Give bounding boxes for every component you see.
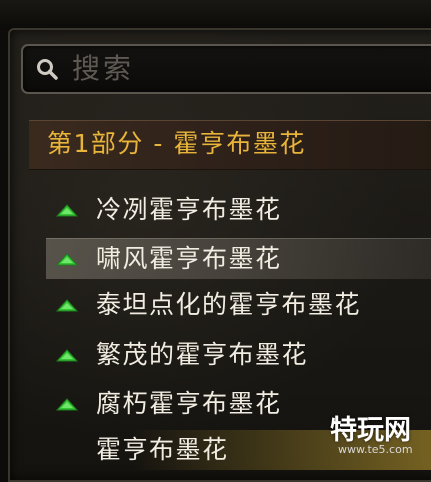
list-item-3[interactable]: 繁茂的霍亨布墨花 xyxy=(46,335,431,375)
section-title: 第1部分 - 霍亨布墨花 xyxy=(47,129,306,158)
up-arrow-icon xyxy=(56,349,78,362)
watermark-url: www.te5.com xyxy=(338,443,413,456)
list-item-label: 啸风霍亨布墨花 xyxy=(96,244,282,273)
list-item-label: 泰坦点化的霍亨布墨花 xyxy=(96,290,362,319)
list-item-1[interactable]: 啸风霍亨布墨花 xyxy=(46,238,431,279)
list-item-2[interactable]: 泰坦点化的霍亨布墨花 xyxy=(46,285,431,325)
list-item-label: 繁茂的霍亨布墨花 xyxy=(96,340,309,369)
up-arrow-icon xyxy=(56,253,78,266)
section-header[interactable]: 第1部分 - 霍亨布墨花 xyxy=(29,120,431,170)
search-placeholder: 搜索 xyxy=(72,52,135,85)
search-box[interactable]: 搜索 xyxy=(21,44,431,94)
site-watermark: 特玩网 www.te5.com xyxy=(330,408,430,463)
list-item-0[interactable]: 冷冽霍亨布墨花 xyxy=(46,190,431,230)
window-top-frame xyxy=(0,0,431,30)
list-item-label: 腐朽霍亨布墨花 xyxy=(96,389,282,418)
up-arrow-icon xyxy=(56,299,78,312)
watermark-text: 特玩网 xyxy=(330,415,411,446)
up-arrow-icon xyxy=(56,204,78,217)
list-item-label: 冷冽霍亨布墨花 xyxy=(96,195,282,224)
search-icon xyxy=(37,59,58,80)
up-arrow-icon xyxy=(56,398,78,411)
